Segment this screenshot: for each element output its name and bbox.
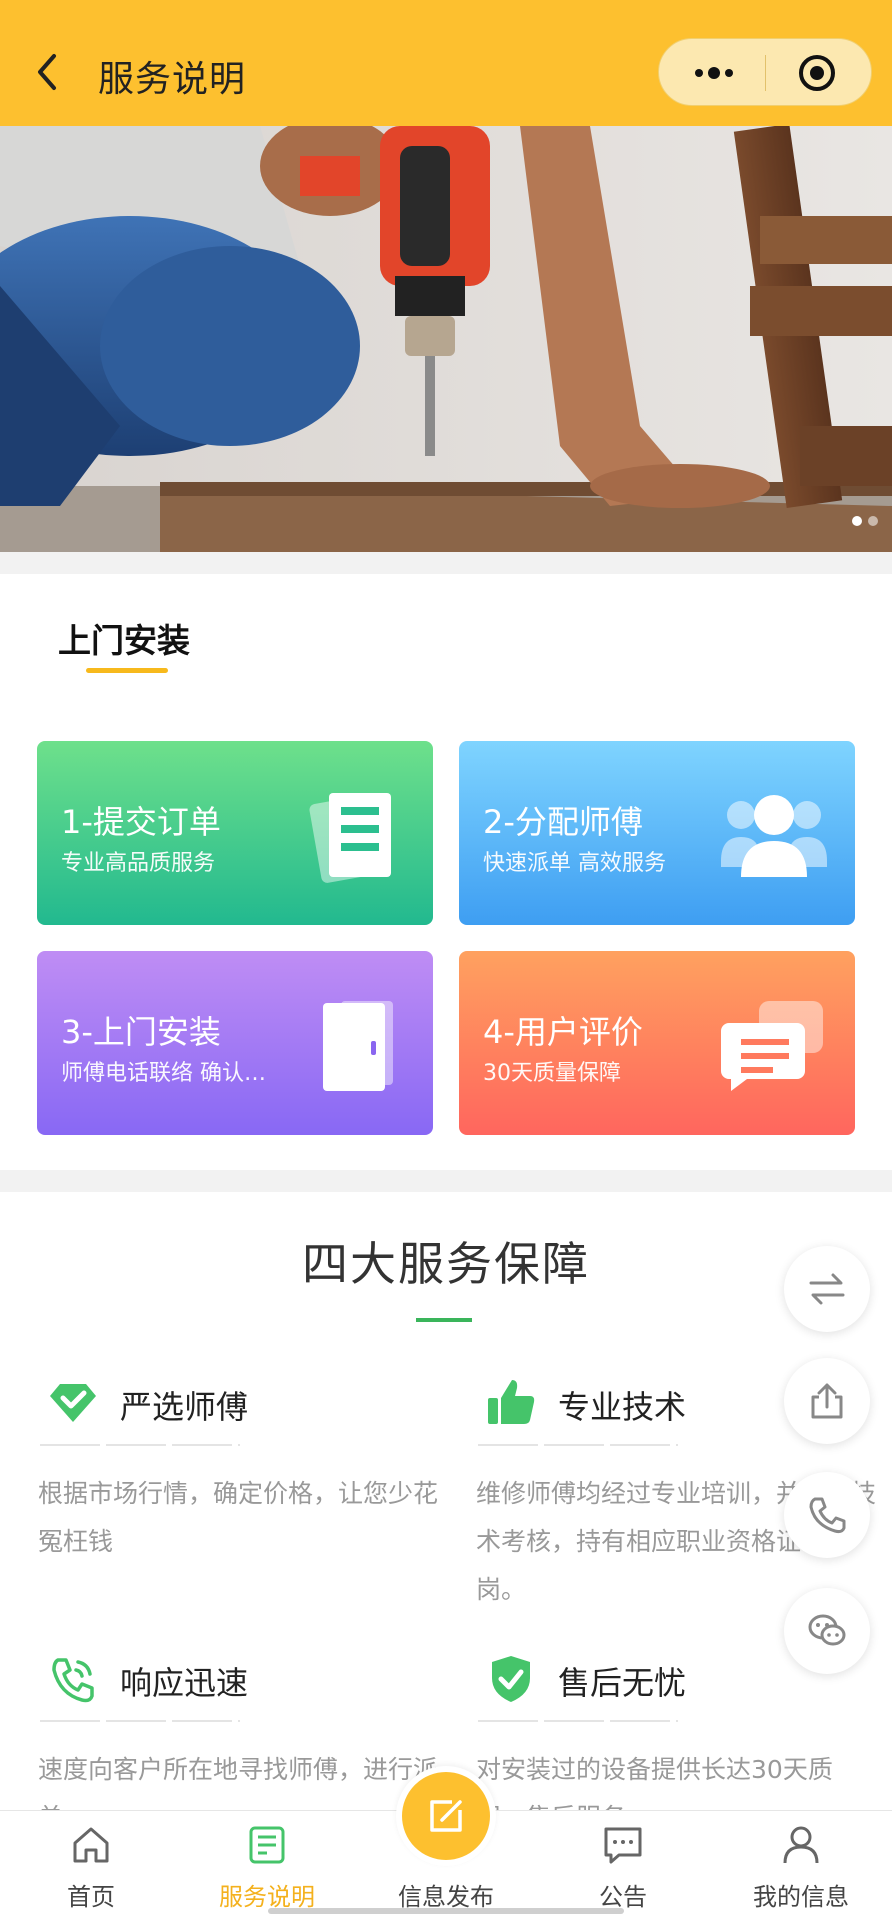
divider [40,1720,240,1722]
home-indicator [268,1908,624,1914]
target-circle-icon [799,55,835,91]
service-guarantee-section: 四大服务保障 严选师傅 根据市场行情，确定价格，让您少花冤枉钱 专业技术 维修师… [0,1192,892,1812]
step-card-user-review[interactable]: 4-用户评价 30天质量保障 [459,951,855,1135]
person-icon [783,1826,819,1864]
feature-title: 售后无忧 [558,1664,687,1702]
step-card-onsite-install[interactable]: 3-上门安装 师傅电话联络 确认上门时间 [37,951,433,1135]
tab-my-info[interactable]: 我的信息 [726,1811,876,1920]
feature-title: 响应迅速 [120,1664,249,1702]
diamond-check-icon [50,1384,96,1422]
clipboard-icon [309,793,391,883]
tab-announcement[interactable]: 公告 [548,1811,698,1920]
feature-description: 根据市场行情，确定价格，让您少花冤枉钱 [38,1479,439,1556]
user-group-icon [721,795,827,877]
tab-service-description[interactable]: 服务说明 [192,1811,342,1920]
shield-check-icon [492,1656,530,1702]
swap-arrows-icon [809,1273,845,1305]
carousel-indicator [852,516,878,526]
installation-section: 上门安装 1-提交订单 专业高品质服务 2-分配师傅 快速派单 高效服务 3-上… [0,574,892,1170]
tab-label: 首页 [67,1883,115,1911]
step-card-title: 2-分配师傅 [483,803,643,841]
page-title: 服务说明 [98,59,247,100]
publish-button[interactable] [396,1766,496,1866]
step-card-subtitle: 30天质量保障 [483,1061,621,1086]
feature-description: 对安装过的设备提供长达30天质保，售后服务 [476,1755,833,1812]
step-card-title: 3-上门安装 [61,1013,221,1051]
banner-carousel[interactable] [0,126,892,552]
carousel-dot-active[interactable] [852,516,862,526]
section-title: 四大服务保障 [302,1237,590,1291]
phone-icon [52,1658,94,1703]
banner-image [0,126,892,552]
call-button[interactable] [784,1472,870,1558]
share-icon [811,1383,843,1419]
step-card-subtitle: 专业高品质服务 [61,851,216,876]
tab-label: 服务说明 [219,1883,315,1911]
tab-home[interactable]: 首页 [16,1811,166,1920]
section-title: 上门安装 [58,621,190,660]
message-icon [604,1827,642,1864]
tab-label: 公告 [599,1883,647,1911]
phone-icon [809,1497,846,1534]
step-card-subtitle: 师傅电话联络 确认上门时间 [61,1061,276,1086]
edit-icon [430,1800,462,1832]
top-nav-bar: 服务说明 [0,0,892,126]
divider [478,1720,678,1722]
step-card-submit-order[interactable]: 1-提交订单 专业高品质服务 [37,741,433,925]
chevron-left-icon [38,54,56,90]
more-button[interactable] [689,59,739,87]
mini-program-capsule [658,38,872,106]
tab-label: 信息发布 [398,1883,494,1911]
divider [40,1444,240,1446]
home-icon [73,1827,109,1863]
tab-label: 我的信息 [753,1883,849,1911]
step-card-assign-worker[interactable]: 2-分配师傅 快速派单 高效服务 [459,741,855,925]
feature-title: 专业技术 [558,1388,687,1426]
section-title-underline [416,1318,472,1322]
thumbs-up-icon [488,1380,535,1424]
feature-title: 严选师傅 [120,1388,249,1426]
section-title-underline [86,668,168,673]
door-icon [323,1001,393,1091]
wechat-icon [808,1614,846,1646]
step-card-title: 4-用户评价 [483,1013,643,1051]
document-icon [249,1826,285,1864]
close-capsule-button[interactable] [797,53,837,93]
chat-bubble-icon [721,1001,823,1091]
feature-description: 速度向客户所在地寻找师傅，进行派单 [38,1755,438,1812]
more-dots-icon [695,67,733,79]
step-card-subtitle: 快速派单 高效服务 [483,851,666,876]
carousel-dot[interactable] [868,516,878,526]
wechat-button[interactable] [784,1588,870,1674]
back-button[interactable] [30,44,70,100]
share-button[interactable] [784,1358,870,1444]
step-card-title: 1-提交订单 [61,803,221,841]
capsule-divider [765,55,766,91]
divider [478,1444,678,1446]
switch-button[interactable] [784,1246,870,1332]
